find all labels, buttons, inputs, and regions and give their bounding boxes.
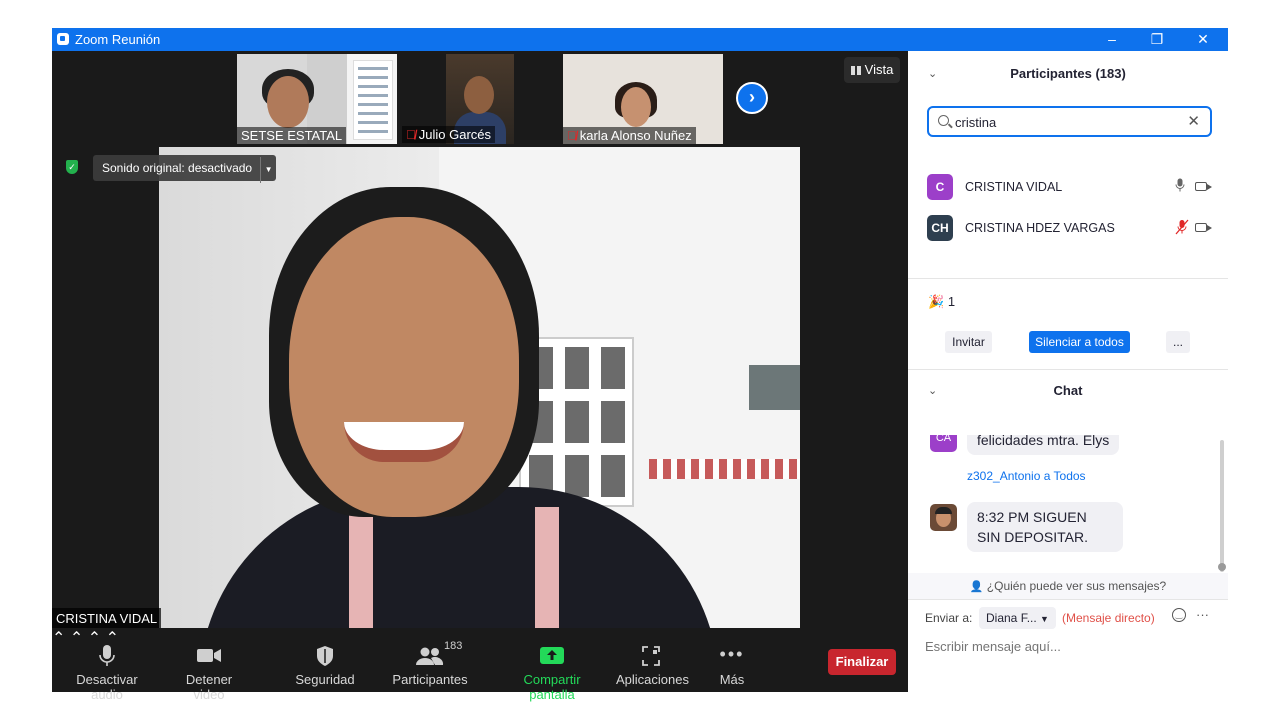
- participant-thumbnail[interactable]: SETSE ESTATAL: [237, 54, 397, 144]
- close-button[interactable]: ✕: [1180, 28, 1226, 51]
- next-page-button[interactable]: ›: [736, 82, 768, 114]
- chevron-down-icon: ▼: [1040, 614, 1049, 624]
- apps-button[interactable]: Aplicaciones: [616, 644, 689, 687]
- participant-row[interactable]: C CRISTINA VIDAL: [927, 174, 1217, 202]
- shield-icon: [292, 644, 358, 668]
- grid-icon: [850, 66, 861, 75]
- apps-icon: [616, 644, 686, 668]
- avatar: [930, 504, 957, 531]
- message-sender[interactable]: z302_Antonio a Todos: [967, 469, 1086, 483]
- microphone-icon: [62, 644, 152, 668]
- participants-count: 183: [444, 640, 463, 652]
- avatar: CH: [927, 215, 953, 241]
- clear-search-icon[interactable]: ✕: [1187, 112, 1200, 130]
- active-speaker-name: CRISTINA VIDAL: [52, 608, 162, 629]
- emoji-icon[interactable]: ‿: [1172, 608, 1186, 622]
- participant-search-box[interactable]: ✕: [927, 106, 1212, 137]
- search-icon: [938, 115, 949, 126]
- chevron-down-icon[interactable]: ▼: [260, 157, 276, 183]
- thumbnail-name: Julio Garcés: [418, 127, 491, 142]
- chat-message: 8:32 PM SIGUEN SIN DEPOSITAR.: [967, 502, 1123, 552]
- end-meeting-button[interactable]: Finalizar: [828, 649, 896, 675]
- party-popper-icon: 🎉: [928, 294, 945, 309]
- more-options-button[interactable]: ...: [1166, 331, 1190, 353]
- security-button[interactable]: Seguridad: [292, 644, 358, 687]
- participant-thumbnail[interactable]: 🎙̸ karla Alonso Nuñez: [563, 54, 723, 144]
- chat-scrollbar[interactable]: [1220, 440, 1224, 572]
- avatar: C: [927, 174, 953, 200]
- thumbnail-name: SETSE ESTATAL: [237, 127, 347, 144]
- mute-audio-button[interactable]: Desactivar audio: [62, 644, 152, 702]
- window-title: Zoom Reunión: [75, 32, 161, 47]
- stop-video-button[interactable]: Detener video: [169, 644, 249, 702]
- more-button[interactable]: ••• Más: [712, 644, 752, 687]
- video-camera-icon[interactable]: [1195, 223, 1212, 232]
- zoom-window: Zoom Reunión – ❐ ✕ SETSE ESTATAL 🎙̸ Julio…: [52, 28, 1228, 702]
- video-stage: SETSE ESTATAL 🎙̸ Julio Garcés 🎙̸ karla Alo…: [52, 51, 908, 702]
- mic-muted-icon[interactable]: [1175, 219, 1189, 238]
- share-screen-icon: [500, 644, 604, 668]
- chat-more-icon[interactable]: ···: [1196, 607, 1209, 622]
- send-to-dropdown[interactable]: Diana F... ▼: [979, 607, 1056, 629]
- encryption-shield-icon[interactable]: ✓: [66, 160, 78, 174]
- participants-button[interactable]: 183 Participantes: [392, 640, 468, 687]
- participant-search-input[interactable]: [955, 112, 1175, 132]
- mute-all-button[interactable]: Silenciar a todos: [1029, 331, 1130, 353]
- thumbnail-name-bar: 🎙̸ Julio Garcés: [402, 126, 495, 143]
- mic-muted-icon: 🎙̸: [406, 127, 416, 142]
- video-camera-icon[interactable]: [1195, 182, 1212, 191]
- participant-row[interactable]: CH CRISTINA HDEZ VARGAS: [927, 215, 1217, 243]
- chat-title: Chat: [1053, 383, 1083, 398]
- video-camera-icon: [169, 644, 249, 668]
- chat-scrollbar-thumb[interactable]: [1218, 563, 1226, 571]
- more-dots-icon: •••: [719, 644, 745, 664]
- original-sound-pill[interactable]: Sonido original: desactivado ▼: [93, 155, 277, 183]
- participant-name: CRISTINA VIDAL: [965, 180, 1063, 194]
- side-panel: ⌄ Participantes (183) ✕ C CRISTINA VIDAL…: [908, 51, 1228, 692]
- zoom-app-icon: [57, 33, 69, 45]
- thumbnail-name: karla Alonso Nuñez: [579, 128, 692, 143]
- chat-messages[interactable]: CA felicidades mtra. Elys z302_Antonio a…: [908, 435, 1228, 568]
- mic-muted-icon: 🎙̸: [567, 128, 577, 143]
- original-sound-status: Sonido original: desactivado: [102, 161, 253, 175]
- divider: [908, 369, 1228, 370]
- invite-button[interactable]: Invitar: [945, 331, 992, 353]
- participants-icon: 183: [392, 640, 468, 668]
- microphone-icon[interactable]: [1175, 178, 1185, 195]
- send-to-label: Enviar a:: [925, 611, 973, 625]
- restore-button[interactable]: ❐: [1134, 28, 1180, 51]
- title-bar: Zoom Reunión – ❐ ✕: [52, 28, 1228, 51]
- direct-message-label: (Mensaje directo): [1062, 611, 1155, 625]
- divider: [908, 278, 1228, 279]
- speaker-face: [289, 217, 519, 517]
- active-speaker-video: [159, 147, 800, 628]
- participants-title: Participantes (183): [1010, 66, 1126, 81]
- view-button[interactable]: Vista: [844, 57, 900, 83]
- meeting-toolbar: Desactivar audio ⌃ Detener video ⌃ Segur…: [52, 628, 908, 702]
- share-screen-button[interactable]: Compartir pantalla: [500, 644, 604, 702]
- thumbnail-name-bar: 🎙̸ karla Alonso Nuñez: [563, 127, 696, 144]
- chat-message-input[interactable]: [925, 639, 1215, 654]
- person-lock-icon: 👤: [969, 581, 984, 593]
- avatar: CA: [930, 435, 957, 452]
- who-can-see-messages[interactable]: 👤 ¿Quién puede ver sus mensajes?: [908, 573, 1228, 599]
- participant-name: CRISTINA HDEZ VARGAS: [965, 221, 1115, 235]
- shared-document: [353, 60, 393, 140]
- divider: [908, 599, 1228, 600]
- chat-message: felicidades mtra. Elys: [967, 435, 1120, 455]
- reaction-counter: 🎉 1: [928, 294, 956, 309]
- minimize-button[interactable]: –: [1089, 28, 1135, 51]
